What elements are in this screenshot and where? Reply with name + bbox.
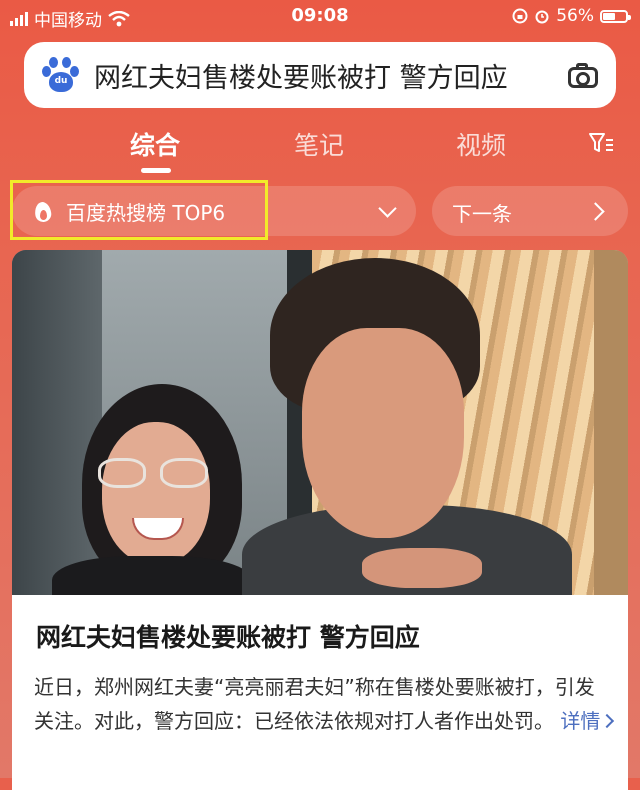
- baidu-logo-icon: du: [40, 54, 82, 96]
- alarm-icon: [535, 10, 549, 24]
- tab-general[interactable]: 综合: [130, 126, 180, 162]
- battery-percent: 56%: [556, 6, 594, 26]
- battery-icon: [600, 9, 631, 23]
- tab-notes[interactable]: 笔记: [294, 126, 344, 162]
- highlight-annotation-box: [10, 180, 268, 240]
- article-title[interactable]: 网红夫妇售楼处要账被打 警方回应: [36, 618, 420, 654]
- next-item-button[interactable]: 下一条: [432, 186, 628, 236]
- details-link-label: 详情: [560, 709, 601, 733]
- news-photo[interactable]: [12, 250, 628, 595]
- logo-text: du: [54, 76, 68, 86]
- result-card[interactable]: 网红夫妇售楼处要账被打 警方回应 近日，郑州网红夫妻“亮亮丽君夫妇”称在售楼处要…: [12, 250, 628, 790]
- next-item-label: 下一条: [452, 202, 512, 226]
- details-link[interactable]: 详情: [560, 709, 615, 733]
- chevron-right-icon: [586, 202, 605, 221]
- orientation-lock-icon: [512, 8, 528, 24]
- camera-icon[interactable]: [566, 61, 600, 89]
- status-bar: 中国移动 09:08 56%: [0, 0, 640, 32]
- tab-active-indicator: [141, 168, 171, 173]
- search-bar[interactable]: du 网红夫妇售楼处要账被打 警方回应: [24, 42, 616, 108]
- chevron-down-icon: [378, 199, 397, 218]
- article-summary-text: 近日，郑州网红夫妻“亮亮丽君夫妇”称在售楼处要账被打，引发关注。对此，警方回应：…: [34, 675, 595, 733]
- chevron-right-icon: [600, 713, 615, 729]
- filter-icon[interactable]: [588, 130, 614, 156]
- search-query[interactable]: 网红夫妇售楼处要账被打 警方回应: [94, 56, 566, 95]
- article-summary: 近日，郑州网红夫妻“亮亮丽君夫妇”称在售楼处要账被打，引发关注。对此，警方回应：…: [34, 670, 615, 738]
- tab-bar: 综合 笔记 视频: [0, 118, 640, 174]
- tab-videos[interactable]: 视频: [456, 126, 506, 162]
